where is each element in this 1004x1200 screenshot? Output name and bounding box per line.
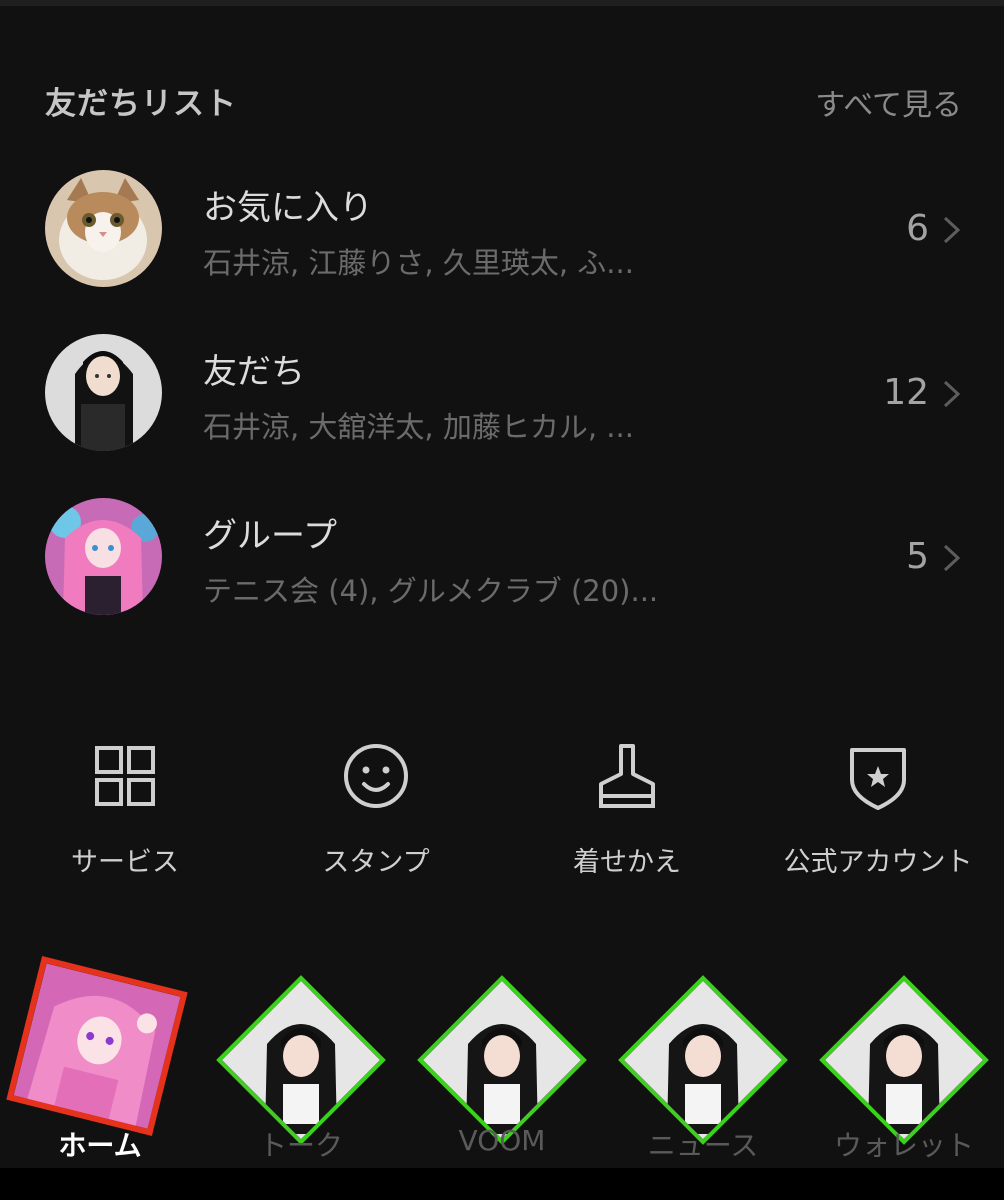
shield-star-icon <box>850 748 906 810</box>
friends-members: 石井涼, 大舘洋太, 加藤ヒカル, ... <box>203 410 634 444</box>
grid-icon <box>95 746 155 806</box>
chevron-right-icon <box>943 544 961 572</box>
wallet-tab-image <box>819 975 989 1145</box>
groups-title: グループ <box>203 516 337 556</box>
nav-news[interactable]: ニュース <box>603 960 803 1162</box>
service-label: サービス <box>71 847 179 878</box>
see-all-link[interactable]: すべて見る <box>815 80 962 124</box>
service-button-themes[interactable]: 着せかえ <box>502 740 752 880</box>
favorites-avatar <box>45 170 162 287</box>
service-button-official-accounts[interactable]: 公式アカウント <box>753 740 1003 880</box>
service-button-services[interactable]: サービス <box>0 740 250 880</box>
smiley-icon <box>344 744 408 808</box>
brush-icon <box>599 744 655 808</box>
nav-home-label: ホーム <box>58 1129 142 1162</box>
nav-home[interactable]: ホーム <box>0 956 200 1162</box>
nav-talk[interactable]: トーク <box>201 960 401 1162</box>
status-strip <box>0 0 1004 6</box>
nav-voom-label: VOOM <box>458 1124 546 1157</box>
groups-avatar <box>45 498 162 615</box>
groups-members: テニス会 (4), グルメクラブ (20)... <box>203 574 659 608</box>
news-tab-image <box>618 975 788 1145</box>
system-bottom-bar <box>0 1168 1004 1200</box>
favorites-count: 6 <box>906 208 929 249</box>
friend-group-favorites[interactable]: お気に入り 石井涼, 江藤りさ, 久里瑛太, ふ... 6 <box>0 170 1004 300</box>
nav-wallet[interactable]: ウォレット <box>804 960 1004 1162</box>
service-button-stamps[interactable]: スタンプ <box>251 740 501 880</box>
chevron-right-icon <box>943 380 961 408</box>
groups-count: 5 <box>906 536 929 577</box>
voom-tab-image <box>417 975 587 1145</box>
official-account-label: 公式アカウント <box>783 847 973 878</box>
friend-list-title: 友だちリスト <box>45 86 237 122</box>
theme-label: 着せかえ <box>573 847 681 878</box>
talk-tab-image <box>216 975 386 1145</box>
stamp-label: スタンプ <box>322 847 430 878</box>
nav-wallet-label: ウォレット <box>833 1129 974 1162</box>
nav-news-label: ニュース <box>647 1129 759 1162</box>
nav-talk-label: トーク <box>258 1129 343 1162</box>
friend-group-groups[interactable]: グループ テニス会 (4), グルメクラブ (20)... 5 <box>0 498 1004 628</box>
friends-count: 12 <box>883 372 929 413</box>
friend-group-friends[interactable]: 友だち 石井涼, 大舘洋太, 加藤ヒカル, ... 12 <box>0 334 1004 464</box>
nav-voom[interactable]: VOOM <box>402 960 602 1160</box>
friends-avatar <box>45 334 162 451</box>
friends-title: 友だち <box>203 352 305 392</box>
home-tab-image <box>6 956 188 1136</box>
favorites-title: お気に入り <box>203 188 373 228</box>
favorites-members: 石井涼, 江藤りさ, 久里瑛太, ふ... <box>203 246 634 280</box>
home-screen: 友だちリスト すべて見る お気に入り 石井涼, 江藤りさ, 久里瑛太, ふ...… <box>0 0 1004 1168</box>
chevron-right-icon <box>943 216 961 244</box>
